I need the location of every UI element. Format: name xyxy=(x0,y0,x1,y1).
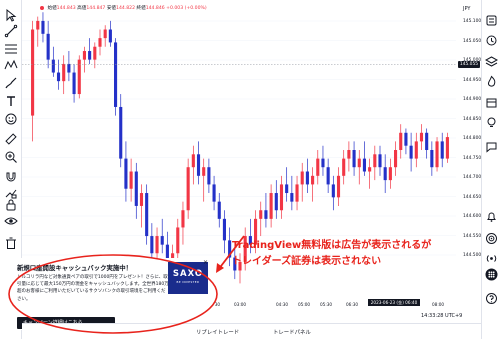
annotation-text: TradingView無料版は広告が表示されるが トレイダーズ証券は表示されない xyxy=(232,238,431,270)
annotation-line-2: トレイダーズ証券は表示されない xyxy=(232,256,382,267)
annotation-line-1: TradingView無料版は広告が表示されるが xyxy=(232,240,432,251)
annotation-ellipse xyxy=(8,254,218,334)
annotation-overlay xyxy=(8,235,245,334)
